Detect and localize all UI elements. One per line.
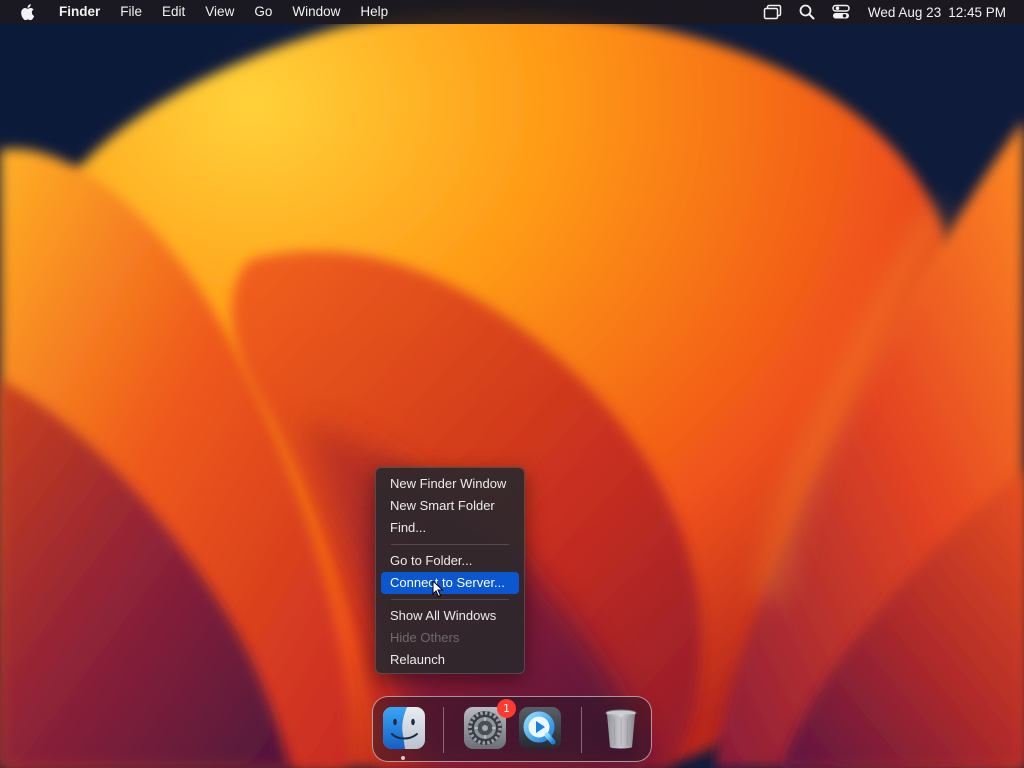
menu-item-go-to-folder[interactable]: Go to Folder... [381,550,519,572]
quicktime-player-icon [519,707,561,749]
menu-separator [391,599,509,600]
control-center-icon[interactable] [831,3,851,21]
notification-badge: 1 [497,699,516,718]
clock-date: Wed Aug 23 [867,4,942,20]
dock-app-system-settings[interactable]: 1 [461,699,516,752]
dock-separator [443,707,444,753]
menu-go[interactable]: Go [244,0,282,24]
menu-edit[interactable]: Edit [152,0,195,24]
menu-file[interactable]: File [110,0,152,24]
menu-bar: Finder File Edit View Go Window Help Wed… [0,0,1024,24]
menu-item-show-all-windows[interactable]: Show All Windows [381,605,519,627]
menu-help[interactable]: Help [350,0,398,24]
menu-app-finder[interactable]: Finder [47,0,110,24]
menu-view[interactable]: View [195,0,244,24]
desktop: Finder File Edit View Go Window Help Wed… [0,0,1024,768]
trash-icon [605,709,637,749]
apple-logo-icon[interactable] [19,3,35,21]
menubar-clock[interactable]: Wed Aug 23 12:45 PM [868,5,1006,20]
clock-time: 12:45 PM [948,4,1006,20]
menu-item-find[interactable]: Find... [381,517,519,539]
running-indicator [401,756,405,760]
dock-app-trash[interactable] [597,704,645,752]
menu-window[interactable]: Window [282,0,350,24]
dock: 1 [372,696,652,762]
menu-item-relaunch[interactable]: Relaunch [381,649,519,671]
dock-app-finder[interactable] [380,704,428,752]
finder-icon [383,707,425,749]
menu-item-new-smart-folder[interactable]: New Smart Folder [381,495,519,517]
screen-mirroring-icon[interactable] [763,3,783,21]
menu-separator [391,544,509,545]
spotlight-search-icon[interactable] [797,3,817,21]
finder-dock-context-menu: New Finder Window New Smart Folder Find.… [375,467,525,674]
menu-item-hide-others: Hide Others [390,630,460,645]
menu-item-connect-to-server[interactable]: Connect to Server... [381,572,519,594]
dock-app-quicktime-player[interactable] [516,704,564,752]
mouse-pointer-icon [432,580,444,598]
dock-separator [581,707,582,753]
menu-item-new-finder-window[interactable]: New Finder Window [381,473,519,495]
